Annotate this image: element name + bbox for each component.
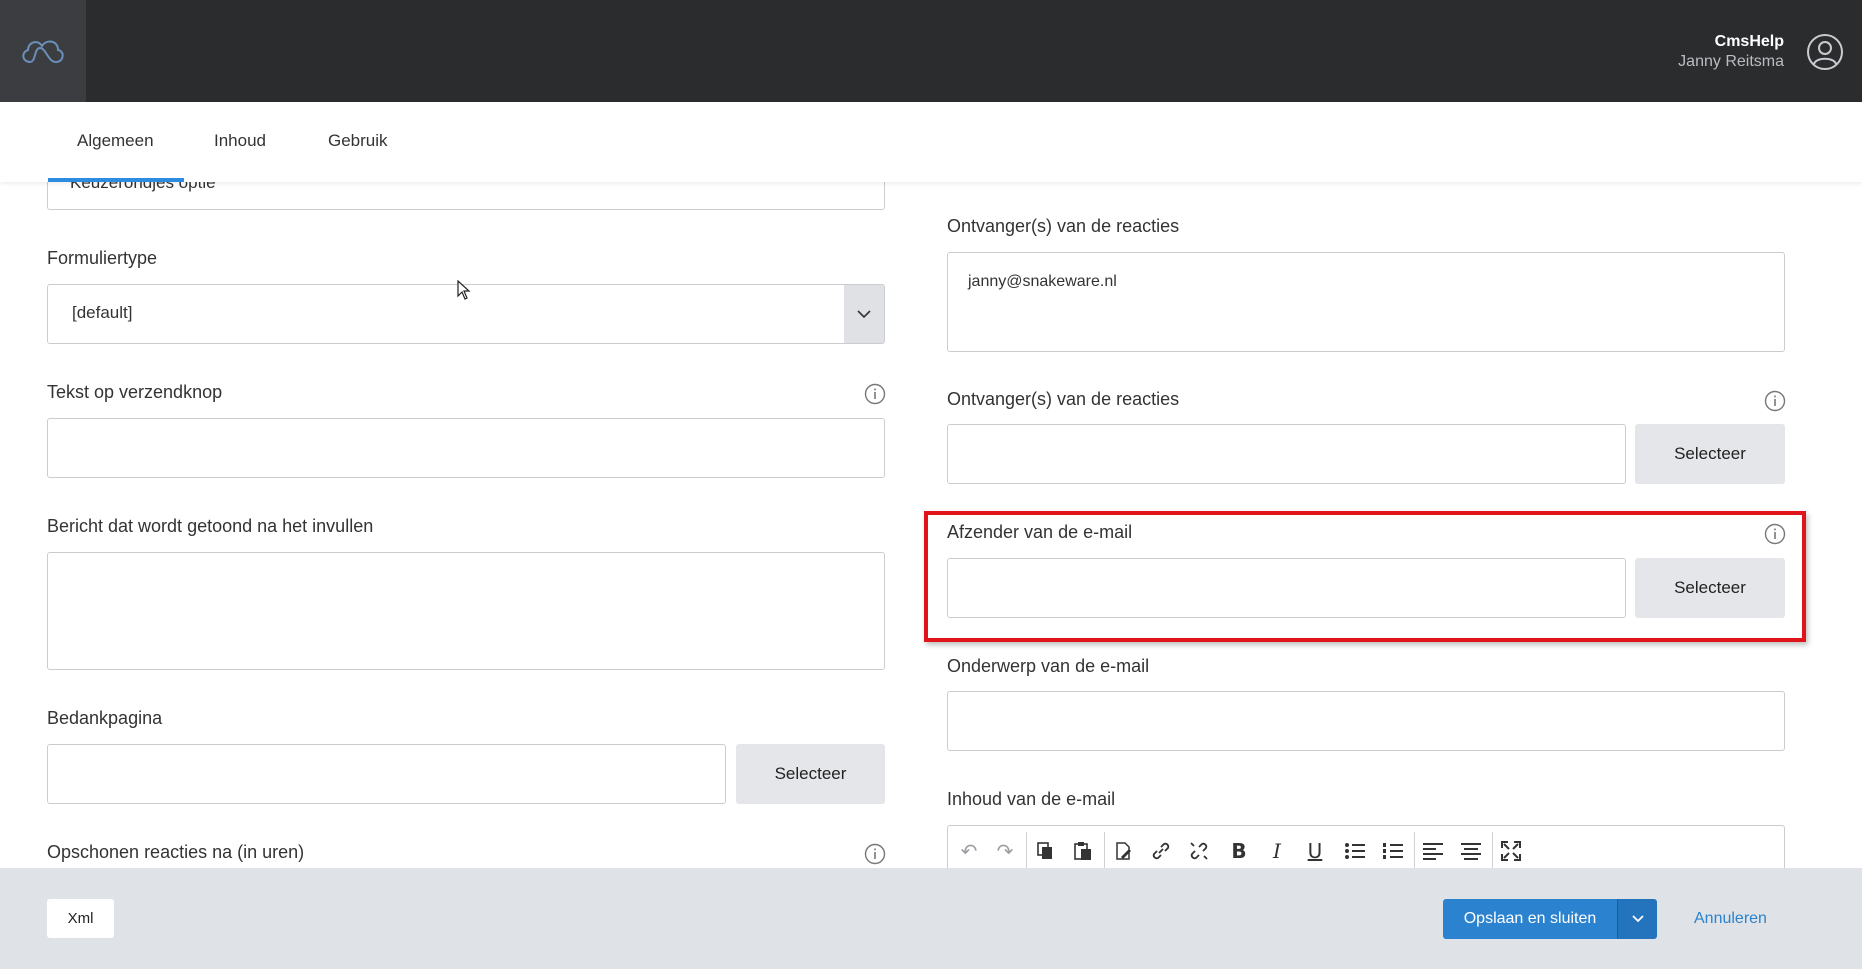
recipients-select-label: Ontvanger(s) van de reacties: [947, 389, 1180, 409]
paste-icon[interactable]: [1070, 838, 1096, 864]
cleanup-hours-label: Opschonen reacties na (in uren): [47, 842, 305, 862]
tab-inhoud[interactable]: Inhoud: [214, 131, 266, 151]
tab-bar: Algemeen Inhoud Gebruik: [0, 102, 1862, 182]
italic-icon[interactable]: I: [1264, 838, 1290, 864]
user-info: CmsHelp Janny Reitsma: [1678, 32, 1784, 72]
body-label: Inhoud van de e-mail: [947, 789, 1116, 809]
toolbar-separator: [1414, 832, 1415, 868]
top-partial-field[interactable]: Keuzerondjes optie: [47, 182, 885, 210]
app-name: CmsHelp: [1714, 33, 1784, 50]
recipients-textarea[interactable]: janny@snakeware.nl: [947, 252, 1785, 352]
save-and-close-button[interactable]: Opslaan en sluiten: [1443, 899, 1617, 939]
cloud-logo-icon: [22, 40, 64, 64]
thanks-page-label: Bedankpagina: [47, 708, 163, 728]
top-field-value: Keuzerondjes optie: [70, 182, 216, 192]
top-bar: CmsHelp Janny Reitsma: [0, 0, 1862, 102]
user-name: Janny Reitsma: [1678, 53, 1784, 70]
numbered-list-icon[interactable]: [1380, 838, 1406, 864]
fullscreen-icon[interactable]: [1498, 838, 1524, 864]
thanks-page-select-button[interactable]: Selecteer: [736, 744, 885, 804]
unlink-icon[interactable]: [1186, 838, 1212, 864]
chevron-down-icon[interactable]: [844, 285, 884, 343]
submit-text-label: Tekst op verzendknop: [47, 382, 223, 402]
editor-toolbar: ↶ ↷ B I U: [947, 825, 1785, 868]
chevron-down-icon: [1631, 915, 1644, 923]
thanks-page-input[interactable]: [47, 744, 726, 804]
info-icon[interactable]: [1764, 390, 1786, 412]
link-icon[interactable]: [1148, 838, 1174, 864]
form-type-value: [default]: [72, 303, 133, 322]
recipients-value: janny@snakeware.nl: [968, 273, 1117, 290]
undo-icon[interactable]: ↶: [956, 838, 982, 864]
footer-bar: Xml Opslaan en sluiten Annuleren: [0, 868, 1862, 969]
mouse-cursor-icon: [457, 280, 471, 300]
message-after-textarea[interactable]: [47, 552, 885, 670]
user-avatar-icon[interactable]: [1806, 33, 1844, 71]
subject-label: Onderwerp van de e-mail: [947, 656, 1150, 676]
toolbar-separator: [1104, 832, 1105, 868]
clear-format-icon[interactable]: [1110, 838, 1136, 864]
form-type-label: Formuliertype: [47, 248, 158, 268]
copy-icon[interactable]: [1032, 838, 1058, 864]
redo-icon[interactable]: ↷: [992, 838, 1018, 864]
info-icon[interactable]: [864, 843, 886, 865]
bold-icon[interactable]: B: [1226, 838, 1252, 864]
recipients-select-button[interactable]: Selecteer: [1635, 424, 1785, 484]
highlight-box: [924, 511, 1806, 642]
logo[interactable]: [0, 0, 86, 102]
bullet-list-icon[interactable]: [1342, 838, 1368, 864]
subject-input[interactable]: [947, 691, 1785, 751]
tab-algemeen[interactable]: Algemeen: [77, 131, 154, 151]
cancel-link[interactable]: Annuleren: [1694, 910, 1767, 928]
recipients-select-input[interactable]: [947, 424, 1626, 484]
save-options-dropdown[interactable]: [1617, 899, 1657, 939]
form-content[interactable]: Keuzerondjes optie Formuliertype [defaul…: [0, 182, 1862, 868]
submit-text-input[interactable]: [47, 418, 885, 478]
tab-gebruik[interactable]: Gebruik: [328, 131, 388, 151]
info-icon[interactable]: [864, 383, 886, 405]
underline-icon[interactable]: U: [1302, 838, 1328, 864]
toolbar-separator: [1026, 832, 1027, 868]
toolbar-separator: [1492, 832, 1493, 868]
align-left-icon[interactable]: [1420, 838, 1446, 864]
align-center-icon[interactable]: [1458, 838, 1484, 864]
recipients-label: Ontvanger(s) van de reacties: [947, 216, 1180, 236]
xml-button[interactable]: Xml: [47, 899, 114, 938]
message-after-label: Bericht dat wordt getoond na het invulle…: [47, 516, 374, 536]
active-tab-indicator: [48, 178, 184, 182]
